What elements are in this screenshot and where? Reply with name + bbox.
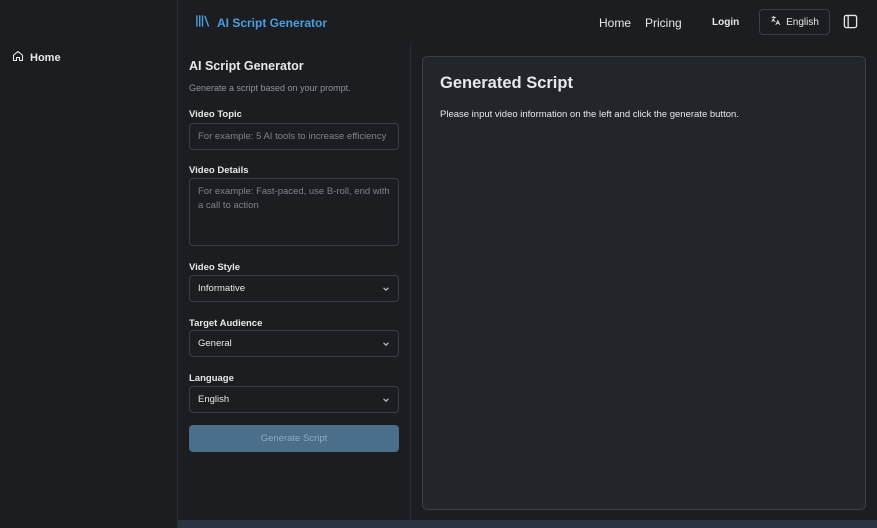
sidebar-toggle-icon[interactable]: [843, 14, 858, 29]
target-audience-label: Target Audience: [189, 318, 263, 329]
video-style-label: Video Style: [189, 262, 241, 273]
video-topic-input[interactable]: [189, 123, 399, 150]
language-label: English: [786, 16, 819, 28]
video-style-value: Informative: [198, 283, 245, 294]
output-message: Please input video information on the le…: [440, 109, 739, 120]
nav-home-link[interactable]: Home: [599, 16, 631, 30]
script-form: AI Script Generator Generate a script ba…: [178, 44, 411, 524]
sidebar-item-home[interactable]: Home: [12, 50, 61, 65]
top-header: AI Script Generator Home Pricing Login E…: [178, 0, 877, 44]
sidebar: Home: [0, 0, 178, 528]
video-details-label: Video Details: [189, 165, 249, 176]
nav-pricing-link[interactable]: Pricing: [645, 16, 682, 30]
brand-title: AI Script Generator: [217, 15, 328, 30]
home-icon: [12, 50, 24, 65]
language-value: English: [198, 394, 230, 405]
form-subtitle: Generate a script based on your prompt.: [189, 83, 351, 93]
translate-icon: [770, 15, 781, 29]
language-button[interactable]: English: [759, 9, 830, 35]
chevron-down-icon: [382, 285, 390, 293]
video-details-textarea[interactable]: [189, 178, 399, 246]
chevron-down-icon: [382, 396, 390, 404]
video-style-select[interactable]: Informative: [189, 275, 399, 302]
target-audience-select[interactable]: General: [189, 330, 399, 357]
sidebar-item-label: Home: [30, 51, 61, 64]
output-title: Generated Script: [440, 74, 573, 92]
form-title: AI Script Generator: [189, 59, 304, 73]
generate-script-button[interactable]: Generate Script: [189, 425, 399, 452]
language-label-field: Language: [189, 373, 234, 384]
chevron-down-icon: [382, 340, 390, 348]
brand[interactable]: AI Script Generator: [195, 14, 327, 31]
output-panel: Generated Script Please input video info…: [422, 56, 866, 510]
video-topic-label: Video Topic: [189, 109, 242, 120]
language-select[interactable]: English: [189, 386, 399, 413]
bottom-scroll-bar: [178, 520, 877, 528]
target-audience-value: General: [198, 338, 232, 349]
login-button[interactable]: Login: [712, 17, 739, 28]
library-icon: [195, 14, 210, 31]
